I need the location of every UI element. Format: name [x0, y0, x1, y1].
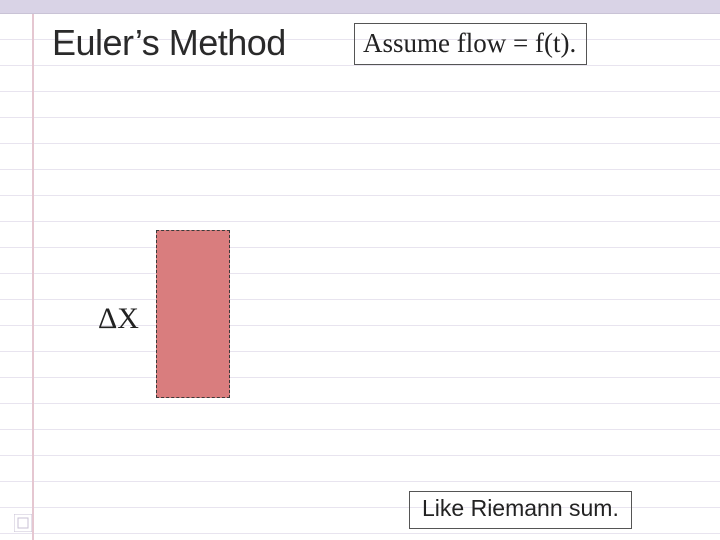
slide-top-bar: [0, 0, 720, 14]
slide-title: Euler’s Method: [52, 22, 286, 64]
corner-square-icon: [14, 514, 32, 532]
notebook-margin-line: [32, 14, 34, 540]
delta-x-figure: ΔX: [98, 230, 248, 400]
delta-x-label: ΔX: [98, 302, 139, 336]
riemann-caption-box: Like Riemann sum.: [409, 491, 632, 529]
assumption-box: Assume flow = f(t).: [354, 23, 587, 65]
riemann-bar: [156, 230, 230, 398]
